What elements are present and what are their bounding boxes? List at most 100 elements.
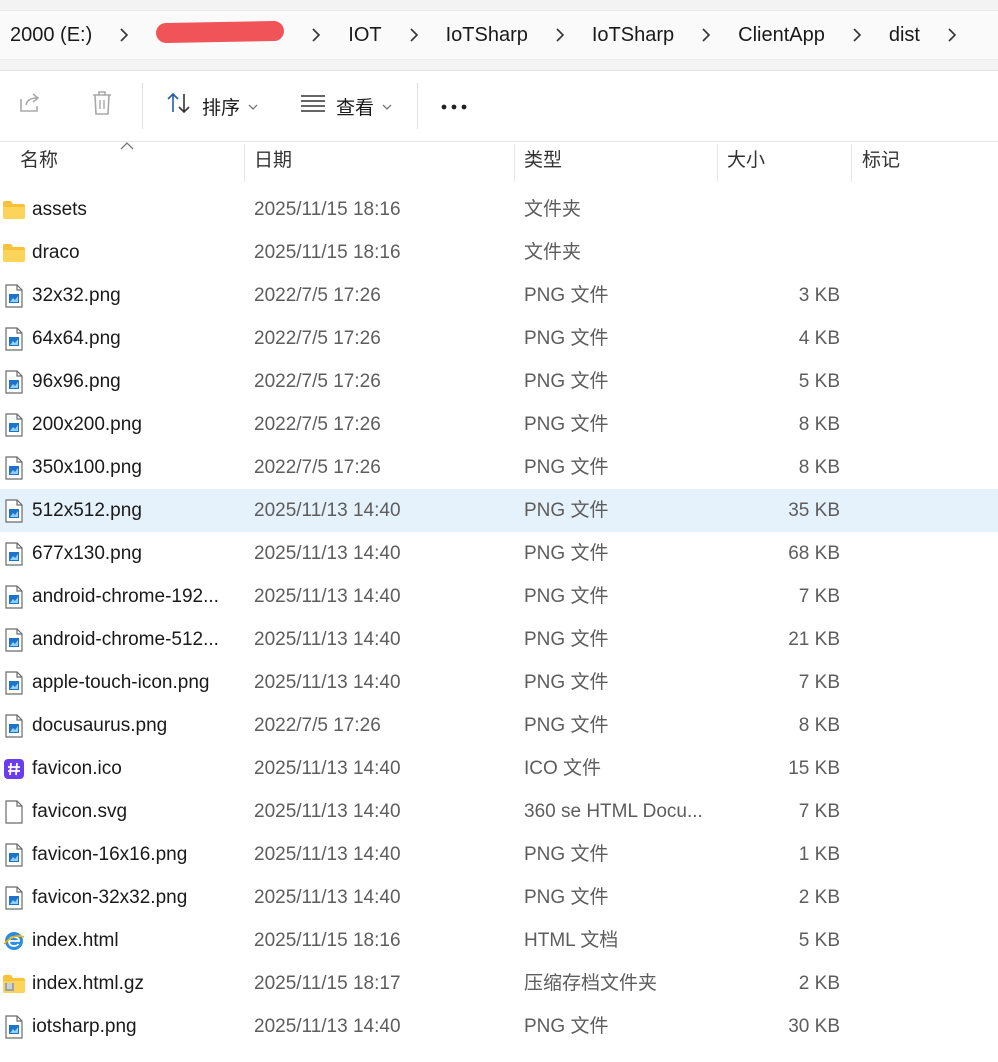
file-date: 2022/7/5 17:26: [254, 414, 381, 435]
file-row[interactable]: favicon.ico 2025/11/13 14:40 ICO 文件 15 K…: [0, 747, 998, 790]
file-row[interactable]: assets 2025/11/15 18:16 文件夹: [0, 188, 998, 231]
file-name: docusaurus.png: [32, 715, 168, 736]
file-type: 压缩存档文件夹: [524, 973, 658, 994]
file-row[interactable]: 512x512.png 2025/11/13 14:40 PNG 文件 35 K…: [0, 489, 998, 532]
file-row[interactable]: index.html 2025/11/15 18:16 HTML 文档 5 KB: [0, 919, 998, 962]
file-date: 2025/11/13 14:40: [254, 586, 401, 607]
file-size: 7 KB: [798, 672, 840, 693]
file-date: 2025/11/13 14:40: [254, 844, 401, 865]
file-row[interactable]: 32x32.png 2022/7/5 17:26 PNG 文件 3 KB: [0, 274, 998, 317]
png-file-icon: [2, 446, 26, 489]
file-type: PNG 文件: [524, 715, 609, 736]
file-row[interactable]: favicon-16x16.png 2025/11/13 14:40 PNG 文…: [0, 833, 998, 876]
file-name: android-chrome-512...: [32, 629, 219, 650]
chevron-right-icon[interactable]: [546, 21, 574, 49]
file-date: 2022/7/5 17:26: [254, 715, 381, 736]
file-row[interactable]: favicon.svg 2025/11/13 14:40 360 se HTML…: [0, 790, 998, 833]
share-button[interactable]: [18, 87, 44, 125]
chevron-down-icon: [248, 95, 258, 117]
file-name: 200x200.png: [32, 414, 142, 435]
file-name: iotsharp.png: [32, 1016, 137, 1037]
chevron-right-icon[interactable]: [843, 21, 871, 49]
file-size: 21 KB: [788, 629, 840, 650]
column-divider[interactable]: [717, 144, 718, 182]
file-row[interactable]: index.html.gz 2025/11/15 18:17 压缩存档文件夹 2…: [0, 962, 998, 1005]
file-row[interactable]: 350x100.png 2022/7/5 17:26 PNG 文件 8 KB: [0, 446, 998, 489]
column-size[interactable]: 大小: [727, 142, 847, 182]
more-icon: [440, 95, 468, 117]
blank-file-icon: [2, 790, 26, 833]
file-row[interactable]: android-chrome-192... 2025/11/13 14:40 P…: [0, 575, 998, 618]
column-name[interactable]: 名称: [20, 142, 240, 182]
file-row[interactable]: iotsharp.png 2025/11/13 14:40 PNG 文件 30 …: [0, 1005, 998, 1048]
file-type: ICO 文件: [524, 758, 602, 779]
file-type: 360 se HTML Docu...: [524, 801, 703, 822]
file-row[interactable]: 96x96.png 2022/7/5 17:26 PNG 文件 5 KB: [0, 360, 998, 403]
breadcrumb-drive[interactable]: 2000 (E:): [0, 24, 102, 47]
file-size: 5 KB: [798, 371, 840, 392]
file-type: PNG 文件: [524, 500, 609, 521]
file-type: PNG 文件: [524, 672, 609, 693]
file-name: favicon-32x32.png: [32, 887, 188, 908]
toolbar-divider: [142, 83, 143, 129]
file-row[interactable]: android-chrome-512... 2025/11/13 14:40 P…: [0, 618, 998, 661]
file-size: 8 KB: [798, 715, 840, 736]
file-date: 2022/7/5 17:26: [254, 285, 381, 306]
file-type: PNG 文件: [524, 586, 609, 607]
chevron-down-icon: [382, 95, 392, 117]
file-name: android-chrome-192...: [32, 586, 219, 607]
file-type: PNG 文件: [524, 328, 609, 349]
file-type: PNG 文件: [524, 414, 609, 435]
png-file-icon: [2, 360, 26, 403]
breadcrumb-iotsharp[interactable]: IoTSharp: [436, 24, 538, 47]
file-size: 3 KB: [798, 285, 840, 306]
column-date[interactable]: 日期: [254, 142, 509, 182]
file-row[interactable]: favicon-32x32.png 2025/11/13 14:40 PNG 文…: [0, 876, 998, 919]
sort-button[interactable]: 排序: [166, 87, 258, 125]
chevron-right-icon[interactable]: [692, 21, 720, 49]
file-row[interactable]: docusaurus.png 2022/7/5 17:26 PNG 文件 8 K…: [0, 704, 998, 747]
column-tags[interactable]: 标记: [862, 142, 982, 182]
file-type: PNG 文件: [524, 285, 609, 306]
file-row[interactable]: apple-touch-icon.png 2025/11/13 14:40 PN…: [0, 661, 998, 704]
file-date: 2022/7/5 17:26: [254, 328, 381, 349]
file-date: 2025/11/13 14:40: [254, 500, 401, 521]
png-file-icon: [2, 274, 26, 317]
file-row[interactable]: draco 2025/11/15 18:16 文件夹: [0, 231, 998, 274]
file-name: 96x96.png: [32, 371, 121, 392]
breadcrumb-iot[interactable]: IOT: [338, 24, 391, 47]
file-date: 2022/7/5 17:26: [254, 457, 381, 478]
file-size: 4 KB: [798, 328, 840, 349]
file-type: PNG 文件: [524, 543, 609, 564]
chevron-right-icon[interactable]: [400, 21, 428, 49]
sort-label: 排序: [202, 97, 241, 119]
sort-icon: [166, 91, 192, 121]
breadcrumb-dist[interactable]: dist: [879, 24, 930, 47]
breadcrumb-clientapp[interactable]: ClientApp: [728, 24, 835, 47]
view-button[interactable]: 查看: [300, 87, 392, 125]
column-divider[interactable]: [514, 144, 515, 182]
file-row[interactable]: 64x64.png 2022/7/5 17:26 PNG 文件 4 KB: [0, 317, 998, 360]
file-date: 2025/11/13 14:40: [254, 629, 401, 650]
column-divider[interactable]: [851, 144, 852, 182]
column-divider[interactable]: [244, 144, 245, 182]
chevron-right-icon[interactable]: [938, 21, 966, 49]
file-size: [720, 231, 840, 274]
file-row[interactable]: 677x130.png 2025/11/13 14:40 PNG 文件 68 K…: [0, 532, 998, 575]
file-size: 8 KB: [798, 414, 840, 435]
column-type[interactable]: 类型: [524, 142, 714, 182]
file-date: 2025/11/13 14:40: [254, 758, 401, 779]
file-size: 5 KB: [798, 930, 840, 951]
file-type: PNG 文件: [524, 457, 609, 478]
png-file-icon: [2, 317, 26, 360]
breadcrumb-redacted[interactable]: [146, 20, 294, 48]
file-type: PNG 文件: [524, 1016, 609, 1037]
trash-icon: [90, 90, 114, 122]
chevron-right-icon[interactable]: [110, 21, 138, 49]
delete-button[interactable]: [90, 87, 114, 125]
more-options-button[interactable]: [440, 87, 468, 125]
breadcrumb-iotsharp-2[interactable]: IoTSharp: [582, 24, 684, 47]
chevron-right-icon[interactable]: [302, 21, 330, 49]
file-date: 2022/7/5 17:26: [254, 371, 381, 392]
file-row[interactable]: 200x200.png 2022/7/5 17:26 PNG 文件 8 KB: [0, 403, 998, 446]
